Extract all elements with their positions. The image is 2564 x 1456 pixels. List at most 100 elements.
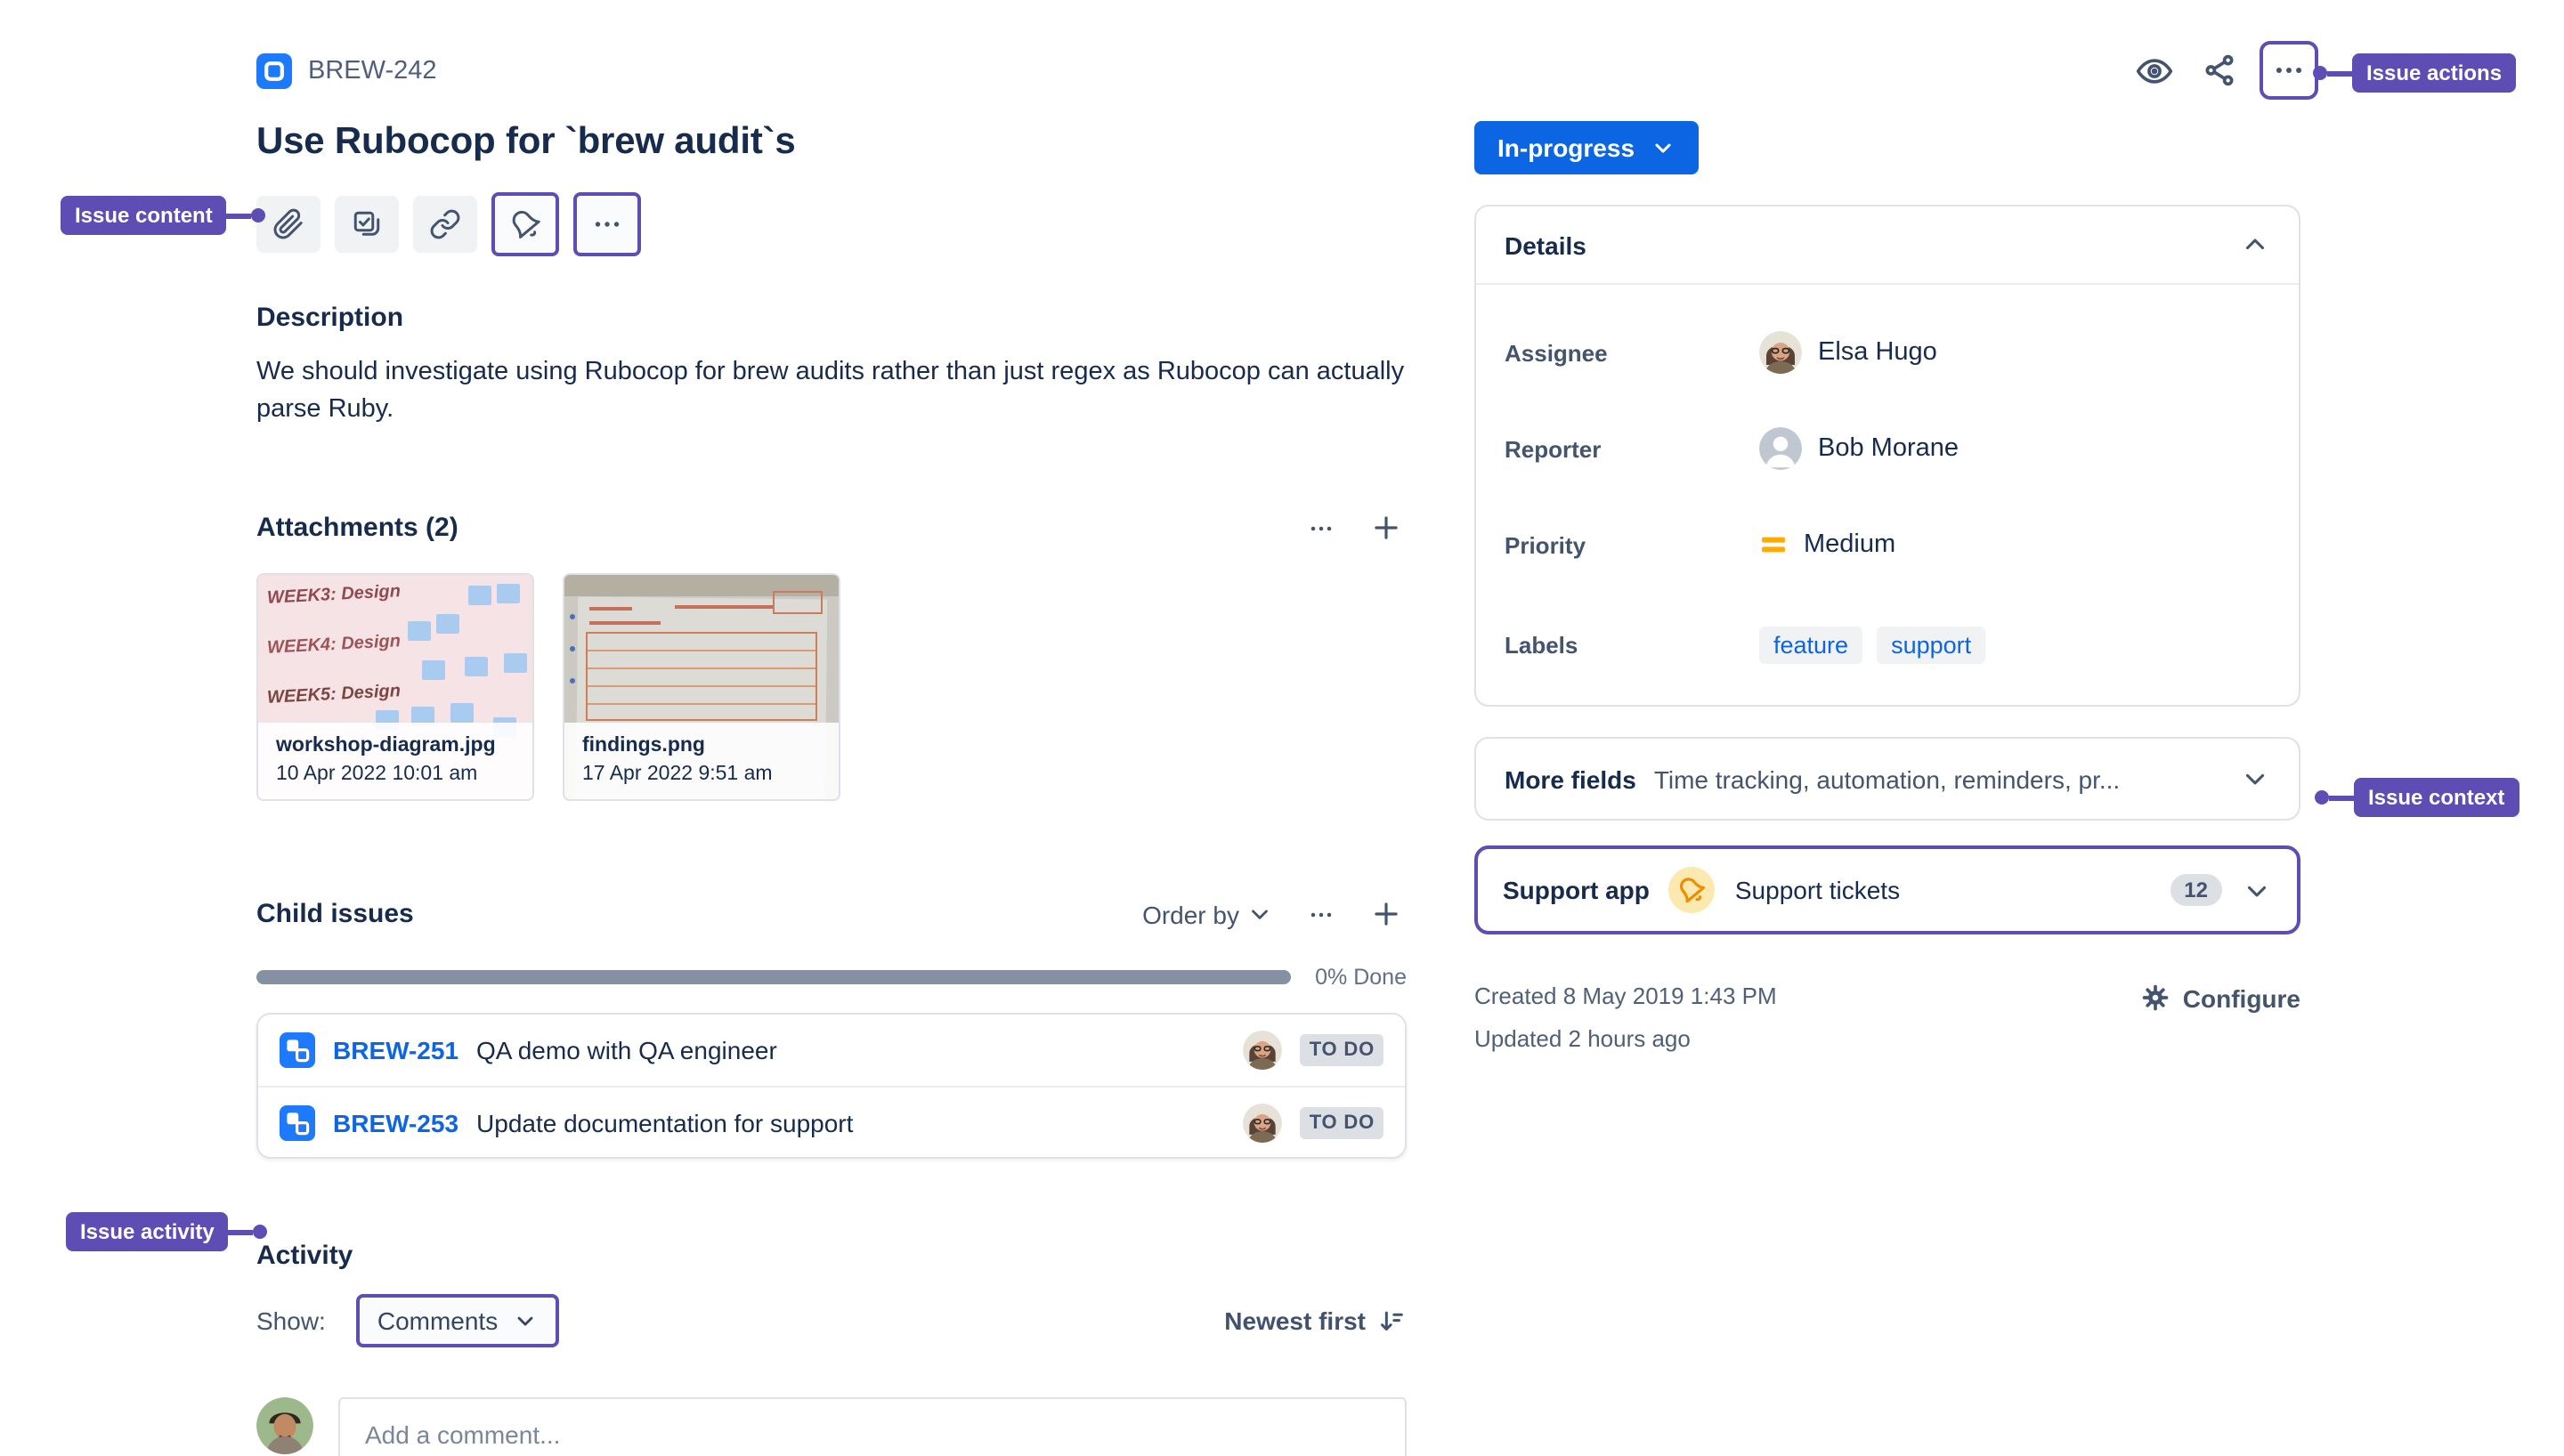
child-issue-key-link[interactable]: BREW-251 [333, 1036, 458, 1064]
add-comment-row [256, 1397, 1407, 1456]
attachment-filename[interactable]: workshop-diagram.jpg [276, 735, 515, 756]
configure-button[interactable]: Configure [2140, 983, 2300, 1013]
add-child-issue-button[interactable] [335, 196, 399, 253]
field-reporter: Reporter Bob Morane [1505, 420, 2270, 477]
updated-timestamp: Updated 2 hours ago [1474, 1025, 1691, 1052]
annotation-issue-actions: Issue actions [2313, 53, 2517, 93]
annotation-issue-content: Issue content [61, 196, 266, 235]
attachments-header: Attachments (2) [256, 507, 1407, 548]
attachments-list: WEEK3: Design WEEK4: Design WEEK5: Desig… [256, 573, 1407, 801]
share-button[interactable] [2195, 46, 2244, 94]
show-label: Show: [256, 1306, 326, 1335]
issue-key-link[interactable]: BREW-242 [308, 57, 437, 85]
child-issues-list: BREW-251 QA demo with QA engineer TO DO … [256, 1013, 1407, 1159]
progress-label: 0% Done [1315, 965, 1407, 990]
add-comment-input[interactable] [338, 1397, 1407, 1456]
description-heading: Description [256, 303, 404, 333]
child-issues-progress: 0% Done [256, 965, 1407, 990]
issue-actions-more-button[interactable] [2260, 41, 2318, 100]
assignee-avatar [1243, 1103, 1283, 1142]
labels-value: feature support [1759, 626, 1986, 663]
activity-filter-dropdown[interactable]: Comments [355, 1294, 559, 1347]
chevron-down-icon[interactable] [2240, 764, 2270, 794]
issue-title[interactable]: Use Rubocop for `brew audit`s [256, 117, 1407, 166]
attachments-heading: Attachments (2) [256, 513, 458, 543]
eye-icon [2135, 51, 2174, 90]
child-issues-heading: Child issues [256, 899, 414, 929]
details-heading: Details [1505, 231, 1586, 259]
attachment-card-findings[interactable]: findings.png 17 Apr 2022 9:51 am [563, 573, 840, 801]
field-label: Assignee [1505, 339, 1608, 366]
breadcrumb: BREW-242 [256, 53, 1407, 89]
app-action-button[interactable] [491, 192, 559, 256]
more-fields-panel[interactable]: More fields Time tracking, automation, r… [1474, 737, 2300, 821]
support-app-title: Support app [1503, 876, 1650, 904]
more-fields-title: More fields [1505, 764, 1636, 793]
priority-value[interactable]: Medium [1759, 530, 1895, 559]
plus-icon [1369, 511, 1403, 545]
order-by-dropdown[interactable]: Order by [1142, 900, 1273, 928]
plus-icon [1369, 897, 1403, 931]
subtask-icon [280, 1032, 315, 1068]
activity-heading: Activity [256, 1241, 353, 1271]
issue-type-icon [256, 53, 292, 89]
chevron-down-icon [512, 1308, 537, 1333]
ellipsis-icon [1305, 898, 1337, 930]
attachment-filename[interactable]: findings.png [582, 735, 821, 756]
share-icon [2201, 52, 2238, 89]
attachments-add-button[interactable] [1366, 507, 1407, 548]
child-issue-row[interactable]: BREW-251 QA demo with QA engineer TO DO [258, 1015, 1405, 1086]
label-chip[interactable]: support [1877, 626, 1986, 663]
attachments-more-button[interactable] [1302, 508, 1341, 547]
attachment-caption: workshop-diagram.jpg 10 Apr 2022 10:01 a… [258, 723, 532, 799]
issue-main-column: BREW-242 Use Rubocop for `brew audit`s D… [256, 0, 1407, 1456]
chevron-down-icon[interactable] [2242, 875, 2272, 905]
sort-descending-icon [1376, 1306, 1407, 1336]
activity-filter-row: Show: Comments Newest first [256, 1294, 1407, 1347]
field-label: Priority [1505, 531, 1586, 558]
child-issue-summary[interactable]: QA demo with QA engineer [476, 1036, 1226, 1064]
support-app-value: Support tickets [1734, 876, 1901, 904]
child-issues-more-button[interactable] [1302, 894, 1341, 934]
label-chip[interactable]: feature [1759, 626, 1863, 663]
ellipsis-icon [1305, 512, 1337, 544]
child-issues-add-button[interactable] [1366, 894, 1407, 934]
sort-order-button[interactable]: Newest first [1224, 1306, 1407, 1336]
priority-medium-icon [1759, 530, 1788, 559]
details-panel: Details Assignee Elsa Hugo Reporter Bob … [1474, 205, 2300, 707]
attachment-card-workshop-diagram[interactable]: WEEK3: Design WEEK4: Design WEEK5: Desig… [256, 573, 534, 801]
annotation-issue-activity: Issue activity [66, 1212, 268, 1251]
issue-quick-add-toolbar [256, 192, 1407, 256]
child-issue-summary[interactable]: Update documentation for support [476, 1108, 1226, 1136]
support-app-panel[interactable]: Support app Support tickets 12 [1474, 845, 2300, 934]
reporter-value[interactable]: Bob Morane [1759, 427, 1959, 470]
description-body[interactable]: We should investigate using Rubocop for … [256, 354, 1407, 429]
status-badge[interactable]: TO DO [1300, 1034, 1383, 1066]
details-panel-header[interactable]: Details [1476, 206, 2299, 283]
ellipsis-icon [2272, 53, 2306, 87]
assignee-avatar [1243, 1031, 1283, 1070]
details-panel-body: Assignee Elsa Hugo Reporter Bob Morane P… [1476, 283, 2299, 705]
attachment-date: 17 Apr 2022 9:51 am [582, 764, 773, 785]
reporter-avatar [1759, 427, 1802, 470]
child-issue-row[interactable]: BREW-253 Update documentation for suppor… [258, 1086, 1405, 1157]
bell-icon [509, 208, 541, 240]
attach-button[interactable] [256, 196, 320, 253]
quick-add-more-button[interactable] [573, 192, 641, 256]
support-tickets-count-badge: 12 [2170, 874, 2222, 906]
link-issue-button[interactable] [413, 196, 477, 253]
assignee-avatar [1759, 331, 1802, 374]
status-badge[interactable]: TO DO [1300, 1106, 1383, 1138]
paperclip-icon [272, 208, 304, 240]
more-fields-summary: Time tracking, automation, reminders, pr… [1653, 764, 2121, 793]
assignee-value[interactable]: Elsa Hugo [1759, 331, 1937, 374]
watch-button[interactable] [2130, 45, 2179, 95]
issue-meta: Created 8 May 2019 1:43 PM Updated 2 hou… [1474, 983, 2300, 1052]
child-issue-key-link[interactable]: BREW-253 [333, 1108, 458, 1136]
status-dropdown-button[interactable]: In-progress [1474, 121, 1700, 174]
child-issues-header: Child issues Order by [256, 894, 1407, 934]
chevron-up-icon[interactable] [2240, 230, 2270, 260]
issue-context-column: In-progress Details Assignee Elsa Hugo R… [1474, 0, 2300, 1052]
subtask-icon [280, 1104, 315, 1140]
checklist-icon [351, 208, 383, 240]
